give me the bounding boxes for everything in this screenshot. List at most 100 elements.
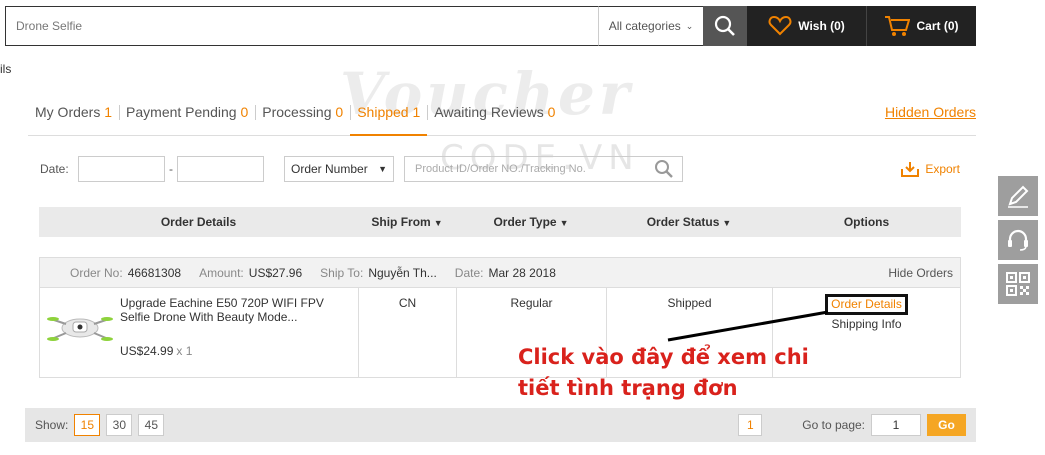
cart-icon xyxy=(885,16,911,36)
current-page-button[interactable]: 1 xyxy=(738,414,763,436)
order-summary-row: Order No: 46681308 Amount: US$27.96 Ship T… xyxy=(40,258,960,288)
side-support-button[interactable] xyxy=(998,220,1038,260)
product-cell: Upgrade Eachine E50 720P WIFI FPV Selfie… xyxy=(40,288,359,377)
page-size-30[interactable]: 30 xyxy=(106,414,133,436)
ship-to-label: Ship To: xyxy=(320,265,364,280)
export-icon xyxy=(901,162,920,177)
product-search-placeholder: Product ID/Order NO./Tracking No. xyxy=(415,163,586,175)
caret-down-icon: ▼ xyxy=(722,218,732,228)
go-button[interactable]: Go xyxy=(927,414,966,436)
quantity: x 1 xyxy=(176,344,193,358)
order-number-select[interactable]: Order Number ▼ xyxy=(284,156,394,182)
export-label: Export xyxy=(925,162,960,176)
breadcrumb-fragment: ils xyxy=(0,62,12,76)
tab-shipped[interactable]: Shipped 1 xyxy=(350,98,428,136)
order-no-value: 46681308 xyxy=(127,265,182,280)
tab-count: 0 xyxy=(547,104,556,120)
annotation-text: Click vào đây để xem chi tiết tình trạng… xyxy=(518,342,809,404)
cart-label: Cart (0) xyxy=(916,19,959,33)
goto-label: Go to page: xyxy=(802,418,865,432)
tab-label: Shipped xyxy=(357,104,409,120)
search-button[interactable] xyxy=(703,6,747,46)
date-to-input[interactable] xyxy=(177,156,264,182)
goto-page-input[interactable]: 1 xyxy=(871,414,921,436)
price-value: US$24.99 xyxy=(120,344,174,358)
col-label: Ship From xyxy=(371,215,431,229)
headset-icon xyxy=(1008,229,1028,251)
hide-orders-link[interactable]: Hide Orders xyxy=(888,266,953,280)
product-name-link[interactable]: Upgrade Eachine E50 720P WIFI FPV Selfie… xyxy=(120,296,355,324)
caret-down-icon: ▼ xyxy=(559,218,569,228)
date-label: Date: xyxy=(40,162,69,176)
category-select[interactable]: All categories ⌄ xyxy=(598,6,703,46)
product-search-input[interactable]: Product ID/Order NO./Tracking No. xyxy=(404,156,683,182)
tab-label: Awaiting Reviews xyxy=(434,104,544,120)
tab-label: Payment Pending xyxy=(126,104,237,120)
col-order-type[interactable]: Order Type ▼ xyxy=(456,215,606,229)
date-label: Date: xyxy=(454,265,484,280)
order-ship-to: Ship To: Nguyễn Th... xyxy=(320,266,437,280)
amount-value: US$27.96 xyxy=(248,265,303,280)
date-dash: - xyxy=(169,162,173,176)
tab-label: Processing xyxy=(262,104,332,120)
side-qr-button[interactable] xyxy=(998,264,1038,304)
product-thumbnail[interactable] xyxy=(40,288,120,377)
shipping-info-link[interactable]: Shipping Info xyxy=(773,317,960,331)
export-button[interactable]: Export xyxy=(901,161,960,177)
hidden-orders-link[interactable]: Hidden Orders xyxy=(885,98,976,120)
caret-down-icon: ▼ xyxy=(433,218,443,228)
col-label: Order Type xyxy=(493,215,557,229)
order-no-label: Order No: xyxy=(70,265,123,280)
order-filters: Date: - Order Number ▼ Product ID/Order … xyxy=(40,155,960,183)
orders-table-header: Order Details Ship From ▼ Order Type ▼ Ord… xyxy=(39,207,961,237)
annotation-line-2: tiết tình trạng đơn xyxy=(518,376,738,400)
tab-count: 1 xyxy=(104,104,113,120)
tab-payment-pending[interactable]: Payment Pending 0 xyxy=(119,98,255,136)
search-input[interactable]: Drone Selfie xyxy=(5,6,598,46)
search-icon xyxy=(714,15,735,36)
cart-button[interactable]: Cart (0) xyxy=(867,6,976,46)
order-item-row: Upgrade Eachine E50 720P WIFI FPV Selfie… xyxy=(40,288,960,377)
wish-button[interactable]: Wish (0) xyxy=(747,6,867,46)
top-search-bar: Drone Selfie All categories ⌄ Wish (0) C… xyxy=(5,6,976,46)
tab-count: 0 xyxy=(240,104,249,120)
date-value: Mar 28 2018 xyxy=(488,265,556,280)
pagination-bar: Show: 15 30 45 1 Go to page: 1 Go xyxy=(25,408,976,442)
drone-image-icon xyxy=(47,317,113,341)
date-from-input[interactable] xyxy=(78,156,165,182)
order-card: Order No: 46681308 Amount: US$27.96 Ship T… xyxy=(39,257,961,378)
tab-awaiting-reviews[interactable]: Awaiting Reviews 0 xyxy=(427,98,562,136)
col-order-status[interactable]: Order Status ▼ xyxy=(606,215,772,229)
col-options: Options xyxy=(843,215,890,229)
side-edit-button[interactable] xyxy=(998,176,1038,216)
order-details-link[interactable]: Order Details xyxy=(825,294,908,315)
show-label: Show: xyxy=(35,418,69,432)
tab-count: 1 xyxy=(412,104,421,120)
product-info: Upgrade Eachine E50 720P WIFI FPV Selfie… xyxy=(120,288,355,377)
page-size-45[interactable]: 45 xyxy=(138,414,165,436)
tab-processing[interactable]: Processing 0 xyxy=(255,98,350,136)
caret-down-icon: ▼ xyxy=(378,164,387,174)
page-size-15[interactable]: 15 xyxy=(74,414,101,436)
ship-to-value: Nguyễn Th... xyxy=(368,265,437,280)
amount-label: Amount: xyxy=(199,265,244,280)
tab-count: 0 xyxy=(335,104,344,120)
product-price: US$24.99 x 1 xyxy=(120,344,355,358)
order-number-label: Order Number xyxy=(291,162,368,176)
annotation-line-1: Click vào đây để xem chi xyxy=(518,345,809,369)
order-no: Order No: 46681308 xyxy=(70,266,181,280)
col-ship-from[interactable]: Ship From ▼ xyxy=(358,215,456,229)
ship-from-cell: CN xyxy=(359,288,457,377)
col-order-details: Order Details xyxy=(160,215,237,229)
category-label: All categories xyxy=(608,19,681,33)
qr-code-icon xyxy=(1006,272,1030,296)
tab-my-orders[interactable]: My Orders 1 xyxy=(28,98,119,136)
heart-icon xyxy=(768,16,792,36)
search-icon[interactable] xyxy=(654,159,674,179)
order-amount: Amount: US$27.96 xyxy=(199,266,302,280)
chevron-down-icon: ⌄ xyxy=(685,20,694,31)
col-label: Order Status xyxy=(646,215,720,229)
order-tabs: My Orders 1 Payment Pending 0 Processing… xyxy=(28,98,976,136)
edit-icon xyxy=(1008,185,1029,208)
wish-label: Wish (0) xyxy=(798,19,845,33)
